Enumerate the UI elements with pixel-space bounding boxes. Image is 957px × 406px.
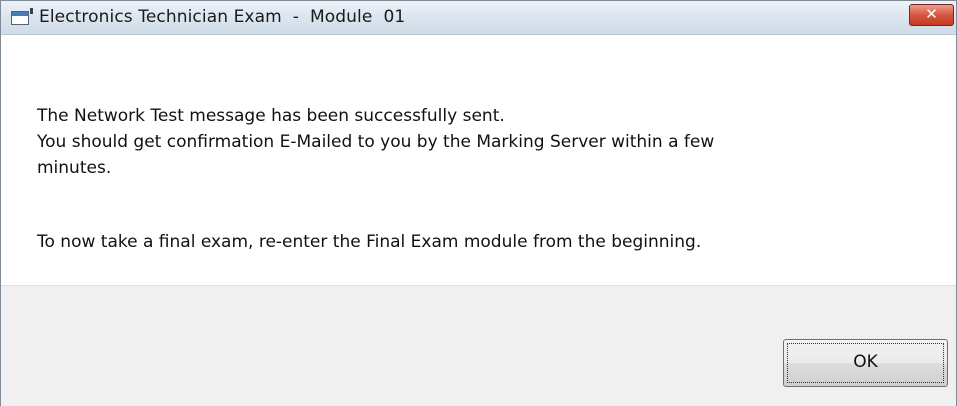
window-title: Electronics Technician Exam - Module 01 — [39, 7, 406, 27]
title-bar[interactable]: Electronics Technician Exam - Module 01 … — [1, 1, 956, 35]
message-line-4: To now take a final exam, re-enter the F… — [37, 232, 702, 252]
close-button[interactable]: ✕ — [909, 4, 954, 26]
message-dialog: Electronics Technician Exam - Module 01 … — [0, 0, 957, 406]
ok-button[interactable]: OK — [783, 339, 948, 387]
window-icon-mark — [30, 8, 33, 14]
application-window-icon[interactable] — [11, 8, 33, 25]
message-line-3: minutes. — [37, 158, 112, 178]
window-icon-titlebar — [12, 12, 28, 16]
message-area: The Network Test message has been succes… — [1, 35, 956, 285]
message-line-2: You should get confirmation E-Mailed to … — [37, 132, 715, 152]
message-line-1: The Network Test message has been succes… — [37, 106, 505, 126]
focus-rectangle — [787, 343, 944, 383]
